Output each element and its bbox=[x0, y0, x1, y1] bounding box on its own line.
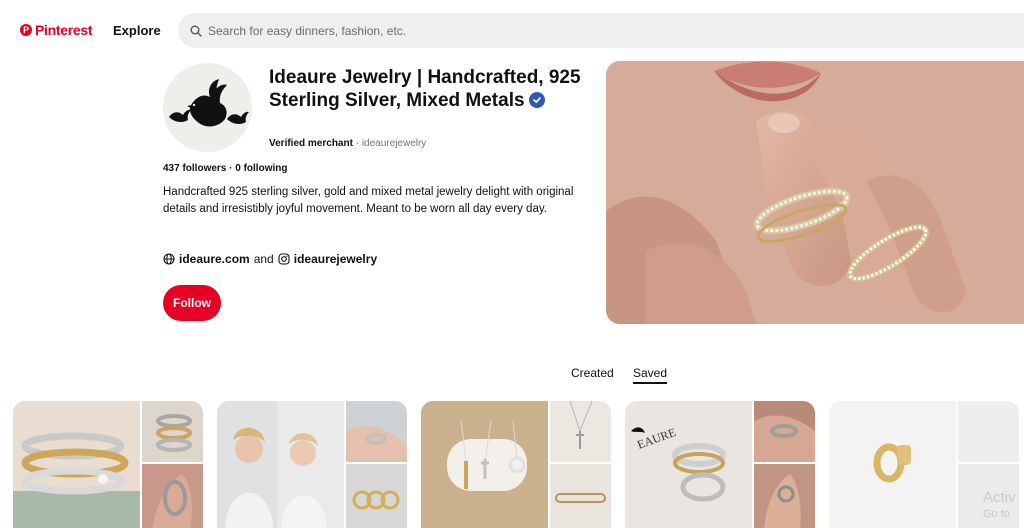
board-thumb-image bbox=[550, 464, 611, 528]
board-card[interactable] bbox=[13, 401, 203, 528]
board-thumb-image bbox=[550, 401, 611, 462]
watermark-line1: Activ bbox=[983, 489, 1016, 506]
board-cover-image bbox=[421, 401, 548, 528]
dove-logo-image bbox=[163, 63, 252, 152]
cover-photo bbox=[606, 61, 1024, 324]
profile-name: Ideaure Jewelry | Handcrafted, 925 Sterl… bbox=[269, 66, 589, 112]
board-thumb-image bbox=[142, 401, 203, 462]
board-thumb-image bbox=[346, 401, 407, 462]
merchant-line: Verified merchant · ideaurejewelry bbox=[269, 138, 426, 149]
profile-links: ideaure.com and ideaurejewelry bbox=[163, 252, 377, 266]
board-cover-image bbox=[217, 401, 344, 528]
board-card[interactable] bbox=[421, 401, 611, 528]
logo-text: Pinterest bbox=[35, 22, 93, 38]
follower-count[interactable]: 437 followers · 0 following bbox=[163, 163, 287, 174]
tab-created[interactable]: Created bbox=[571, 366, 614, 380]
pinterest-logo-icon: P bbox=[20, 24, 32, 36]
links-connector: and bbox=[253, 252, 274, 266]
watermark-line2: Go to bbox=[983, 508, 1010, 520]
follow-button[interactable]: Follow bbox=[163, 285, 221, 321]
board-cover-image bbox=[829, 401, 956, 528]
activation-watermark: Activ Go to bbox=[983, 489, 1016, 523]
board-thumb-image bbox=[142, 464, 203, 528]
explore-link[interactable]: Explore bbox=[113, 23, 161, 38]
pinterest-logo[interactable]: P Pinterest bbox=[20, 22, 93, 38]
website-link[interactable]: ideaure.com bbox=[179, 252, 250, 266]
tab-saved[interactable]: Saved bbox=[633, 366, 667, 380]
instagram-icon bbox=[278, 253, 290, 265]
search-icon bbox=[190, 25, 202, 37]
profile-avatar bbox=[163, 63, 252, 152]
verified-merchant-label: Verified merchant bbox=[269, 138, 353, 149]
board-thumb-image bbox=[958, 401, 1019, 462]
search-placeholder: Search for easy dinners, fashion, etc. bbox=[208, 23, 407, 38]
board-cover-image bbox=[13, 401, 140, 528]
tab-active-indicator bbox=[633, 382, 667, 384]
board-thumb-image bbox=[346, 464, 407, 528]
profile-bio: Handcrafted 925 sterling silver, gold an… bbox=[163, 186, 574, 215]
profile-handle: ideaurejewelry bbox=[361, 138, 427, 149]
globe-icon bbox=[163, 253, 175, 265]
board-card[interactable] bbox=[217, 401, 407, 528]
verified-check-icon bbox=[528, 92, 545, 108]
separator-dot: · bbox=[355, 138, 360, 149]
board-card[interactable]: EAURE bbox=[625, 401, 815, 528]
search-input[interactable]: Search for easy dinners, fashion, etc. bbox=[178, 13, 1024, 48]
instagram-link[interactable]: ideaurejewelry bbox=[294, 252, 377, 266]
board-thumb-image bbox=[754, 401, 815, 462]
board-cover-image: EAURE bbox=[625, 401, 752, 528]
top-nav: P Pinterest Explore Search for easy dinn… bbox=[0, 0, 1024, 60]
cover-image-hand-rings bbox=[606, 61, 1024, 324]
board-thumb-image bbox=[754, 464, 815, 528]
